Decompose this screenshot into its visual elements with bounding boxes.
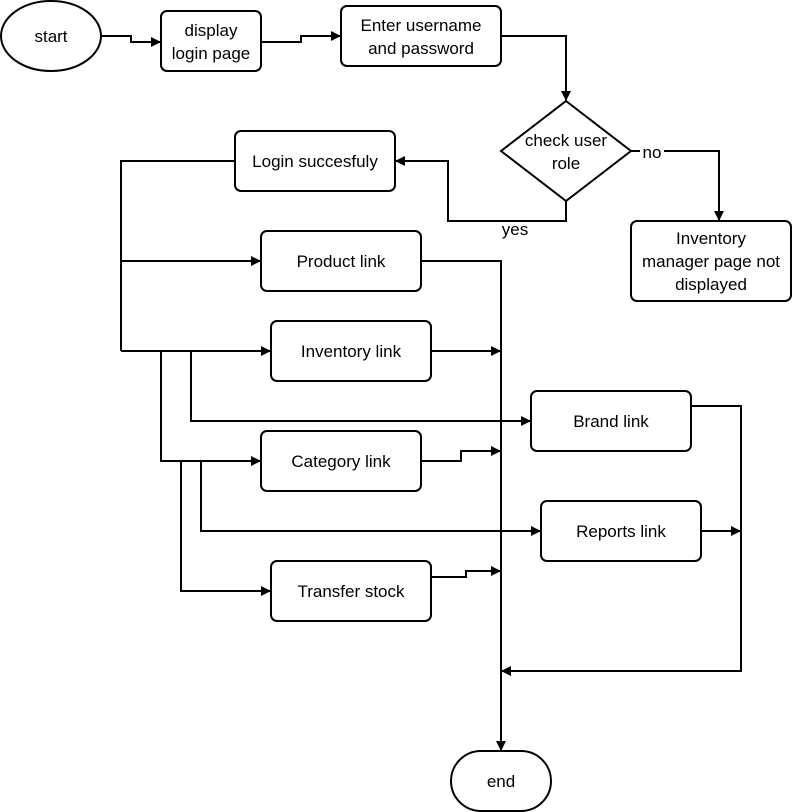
- edge-enter-credentials-to-check-role: [501, 35, 571, 101]
- node-login-success: Login succesfuly: [234, 130, 396, 192]
- brand-link-label: Brand link: [573, 412, 649, 431]
- edge-transfer-stock-to-end: [431, 566, 501, 578]
- start-label: start: [34, 27, 67, 46]
- node-transfer-stock: Transfer stock: [270, 560, 432, 622]
- end-label: end: [487, 772, 515, 791]
- not-displayed-label-line1: Inventory: [676, 229, 746, 248]
- node-start: start: [0, 0, 102, 72]
- node-category-link: Category link: [260, 430, 422, 492]
- edge-label-yes: yes: [502, 220, 528, 239]
- node-brand-link: Brand link: [530, 390, 692, 452]
- node-inventory-link: Inventory link: [270, 320, 432, 382]
- flowchart-canvas: no yes start display login page Enter us…: [0, 0, 792, 812]
- edge-label-no: no: [643, 143, 662, 162]
- login-success-label: Login succesfuly: [252, 152, 378, 171]
- product-link-label: Product link: [297, 252, 386, 271]
- category-link-label: Category link: [291, 452, 391, 471]
- node-not-displayed: Inventory manager page not displayed: [630, 220, 792, 302]
- check-role-diamond: [499, 99, 633, 203]
- node-reports-link: Reports link: [540, 500, 702, 562]
- edge-display-login-to-enter-credentials: [261, 31, 341, 43]
- not-displayed-label-line2: manager page not: [642, 252, 780, 271]
- node-end: end: [450, 750, 552, 812]
- reports-link-label: Reports link: [576, 522, 666, 541]
- node-product-link: Product link: [260, 230, 422, 292]
- edge-start-to-display-login: [101, 35, 161, 47]
- node-check-role: check user role: [499, 99, 633, 203]
- edge-to-category-link: [160, 351, 261, 466]
- enter-credentials-label-line1: Enter username: [361, 16, 482, 35]
- display-login-label-line1: display: [185, 21, 238, 40]
- node-enter-credentials: Enter username and password: [340, 5, 502, 67]
- display-login-label-line2: login page: [172, 44, 250, 63]
- check-role-label-line1: check user: [525, 131, 608, 150]
- edge-to-transfer-stock: [180, 461, 271, 596]
- not-displayed-label-line3: displayed: [675, 275, 747, 294]
- edge-category-link-to-end: [421, 446, 501, 462]
- check-role-label-line2: role: [552, 154, 580, 173]
- edge-product-link-to-end: [421, 260, 506, 751]
- inventory-link-label: Inventory link: [301, 342, 402, 361]
- node-display-login: display login page: [160, 10, 262, 72]
- edge-login-to-bus: [120, 160, 235, 351]
- transfer-stock-label: Transfer stock: [297, 582, 405, 601]
- enter-credentials-label-line2: and password: [368, 39, 474, 58]
